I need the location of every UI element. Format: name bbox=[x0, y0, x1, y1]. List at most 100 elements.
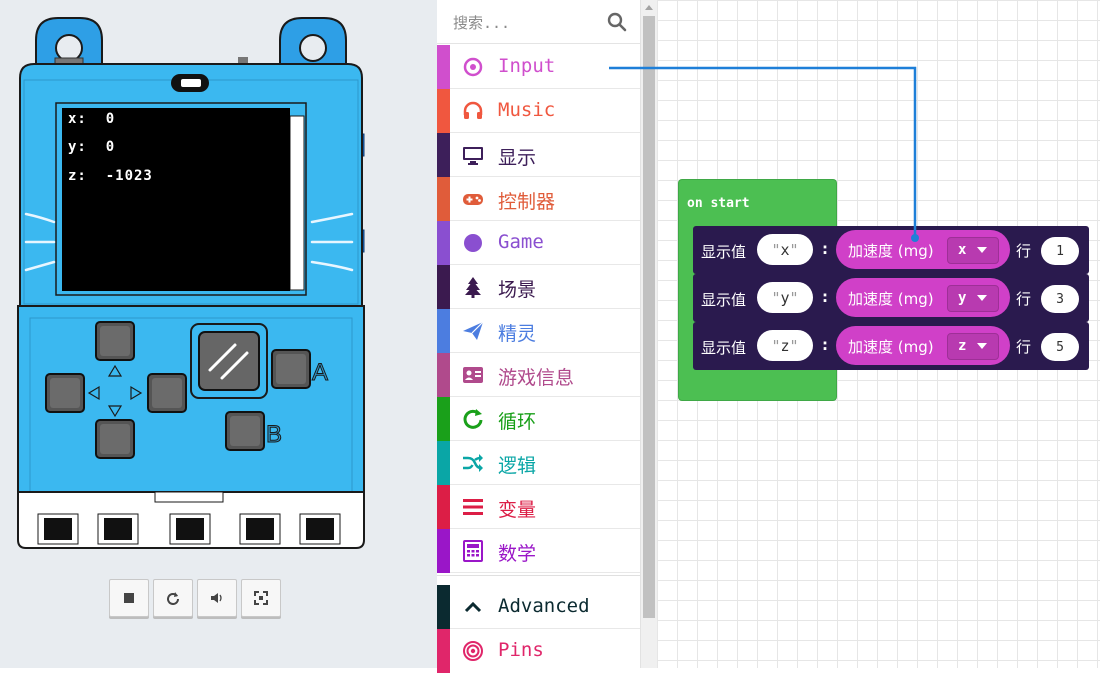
line-label: 行 bbox=[1016, 290, 1032, 308]
restart-button[interactable] bbox=[153, 579, 193, 617]
name-value: y bbox=[780, 288, 790, 307]
category-label: 循环 bbox=[498, 411, 537, 433]
line-label: 行 bbox=[1016, 242, 1032, 260]
refresh-icon bbox=[461, 407, 485, 431]
show-value-block-x[interactable]: 显示值 " x " : 加速度 (mg) x 行 1 bbox=[693, 226, 1089, 274]
caret-down-icon bbox=[977, 343, 987, 349]
search-box bbox=[437, 0, 640, 44]
category-label: Pins bbox=[498, 639, 544, 661]
screen-line-x: x: 0 bbox=[68, 111, 116, 127]
search-input[interactable] bbox=[451, 10, 605, 36]
mute-button[interactable] bbox=[197, 579, 237, 617]
stop-icon bbox=[124, 593, 134, 603]
simulator-controls bbox=[109, 579, 281, 617]
axis-dropdown[interactable]: z bbox=[947, 333, 999, 360]
category-variables[interactable]: 变量 bbox=[437, 485, 640, 529]
category-label: Music bbox=[498, 99, 556, 121]
category-label: Game bbox=[498, 231, 544, 253]
category-label: 精灵 bbox=[498, 323, 537, 345]
category-game[interactable]: Game bbox=[437, 221, 640, 265]
toolbox-scrollbar[interactable] bbox=[640, 0, 657, 668]
line-number-field[interactable]: 5 bbox=[1041, 333, 1079, 361]
chevron-up-icon bbox=[461, 595, 485, 619]
button-b-label: B bbox=[266, 421, 282, 448]
scroll-up-arrow[interactable] bbox=[645, 5, 653, 10]
gamepad-icon bbox=[461, 187, 485, 211]
category-label: Advanced bbox=[498, 595, 590, 617]
screen-line-z: z: -1023 bbox=[68, 168, 153, 184]
show-value-block-y[interactable]: 显示值 " y " : 加速度 (mg) y 行 3 bbox=[693, 274, 1089, 322]
name-text-field[interactable]: " x " bbox=[757, 234, 813, 265]
simulator-pane: A B x: 0 y: 0 z: -1023 bbox=[0, 0, 437, 668]
acceleration-label: 加速度 (mg) bbox=[848, 338, 934, 356]
category-label: 游戏信息 bbox=[498, 367, 575, 389]
calculator-icon bbox=[461, 539, 485, 563]
category-label: 数学 bbox=[498, 543, 537, 565]
category-scene[interactable]: 场景 bbox=[437, 265, 640, 309]
category-label: 逻辑 bbox=[498, 455, 537, 477]
category-logic[interactable]: 逻辑 bbox=[437, 441, 640, 485]
category-label: 控制器 bbox=[498, 191, 556, 213]
stop-button[interactable] bbox=[109, 579, 149, 617]
category-display[interactable]: 显示 bbox=[437, 133, 640, 177]
name-value: x bbox=[780, 240, 790, 259]
scroll-thumb[interactable] bbox=[643, 16, 655, 618]
axis-value: z bbox=[958, 338, 967, 354]
screen-line-y: y: 0 bbox=[68, 139, 116, 155]
axis-dropdown[interactable]: x bbox=[947, 237, 999, 264]
id-card-icon bbox=[461, 363, 485, 387]
acceleration-block[interactable]: 加速度 (mg) x bbox=[836, 230, 1010, 269]
name-text-field[interactable]: " y " bbox=[757, 282, 813, 313]
acceleration-block[interactable]: 加速度 (mg) y bbox=[836, 278, 1010, 317]
headphones-icon bbox=[461, 99, 485, 123]
name-value: z bbox=[780, 336, 790, 355]
category-math[interactable]: 数学 bbox=[437, 529, 640, 573]
category-advanced[interactable]: Advanced bbox=[437, 585, 640, 629]
category-input[interactable]: Input bbox=[437, 45, 640, 89]
monitor-icon bbox=[461, 143, 485, 167]
show-value-label: 显示值 bbox=[701, 243, 747, 261]
line-number-field[interactable]: 1 bbox=[1041, 237, 1079, 265]
shuffle-icon bbox=[461, 451, 485, 475]
show-value-label: 显示值 bbox=[701, 339, 747, 357]
category-loops[interactable]: 循环 bbox=[437, 397, 640, 441]
input-icon bbox=[461, 55, 485, 79]
caret-down-icon bbox=[977, 247, 987, 253]
restart-icon bbox=[167, 592, 179, 605]
search-icon[interactable] bbox=[606, 11, 628, 33]
acceleration-label: 加速度 (mg) bbox=[848, 242, 934, 260]
category-label: 显示 bbox=[498, 147, 537, 169]
show-value-label: 显示值 bbox=[701, 291, 747, 309]
axis-value: y bbox=[958, 290, 967, 306]
caret-down-icon bbox=[977, 295, 987, 301]
tree-icon bbox=[461, 275, 485, 299]
category-label: 场景 bbox=[498, 279, 537, 301]
volume-icon bbox=[211, 593, 222, 603]
category-label: Input bbox=[498, 55, 556, 77]
axis-value: x bbox=[958, 242, 967, 258]
category-sprites[interactable]: 精灵 bbox=[437, 309, 640, 353]
category-controller[interactable]: 控制器 bbox=[437, 177, 640, 221]
list-icon bbox=[461, 495, 485, 519]
line-number-field[interactable]: 3 bbox=[1041, 285, 1079, 313]
toolbox: Input Music 显示 控制器 Game 场景 精灵 游戏信息 循环 bbox=[437, 0, 640, 673]
target-icon bbox=[461, 639, 485, 663]
axis-dropdown[interactable]: y bbox=[947, 285, 999, 312]
acceleration-label: 加速度 (mg) bbox=[848, 290, 934, 308]
button-a-label: A bbox=[312, 359, 328, 386]
category-pins[interactable]: Pins bbox=[437, 629, 640, 673]
acceleration-block[interactable]: 加速度 (mg) z bbox=[836, 326, 1010, 365]
paper-plane-icon bbox=[461, 319, 485, 343]
category-label: 变量 bbox=[498, 499, 537, 521]
on-start-label: on start bbox=[687, 196, 750, 211]
name-text-field[interactable]: " z " bbox=[757, 330, 813, 361]
circle-icon bbox=[461, 231, 485, 255]
category-info[interactable]: 游戏信息 bbox=[437, 353, 640, 397]
line-label: 行 bbox=[1016, 338, 1032, 356]
device-screen: x: 0 y: 0 z: -1023 bbox=[62, 108, 290, 291]
fullscreen-button[interactable] bbox=[241, 579, 281, 617]
show-value-block-z[interactable]: 显示值 " z " : 加速度 (mg) z 行 5 bbox=[693, 322, 1089, 370]
fullscreen-icon bbox=[254, 591, 268, 605]
toolbox-divider bbox=[437, 575, 640, 584]
category-music[interactable]: Music bbox=[437, 89, 640, 133]
